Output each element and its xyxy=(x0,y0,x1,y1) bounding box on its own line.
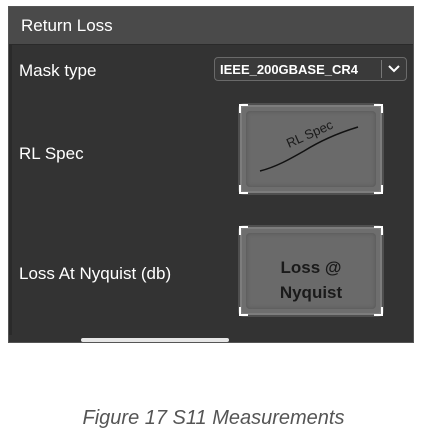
corner-mark xyxy=(239,226,248,235)
corner-mark xyxy=(374,307,383,316)
mask-type-dropdown[interactable]: IEEE_200GBASE_CR4 xyxy=(214,57,407,81)
mask-type-label: Mask type xyxy=(19,61,97,80)
chevron-down-icon[interactable] xyxy=(382,58,406,80)
corner-mark xyxy=(374,226,383,235)
return-loss-panel: Return Loss Mask type IEEE_200GBASE_CR4 … xyxy=(8,6,414,343)
loss-nyquist-line1: Loss @ xyxy=(280,258,342,277)
page: Return Loss Mask type IEEE_200GBASE_CR4 … xyxy=(0,0,427,443)
rl-spec-button[interactable]: RL Spec xyxy=(238,103,384,195)
mask-type-value: IEEE_200GBASE_CR4 xyxy=(220,61,359,77)
corner-mark xyxy=(239,307,248,316)
loss-nyquist-button-text: Loss @ Nyquist xyxy=(246,255,376,305)
rl-spec-label: RL Spec xyxy=(19,144,84,163)
corner-mark xyxy=(374,104,383,113)
loss-nyquist-button[interactable]: Loss @ Nyquist xyxy=(238,225,384,317)
panel-title: Return Loss xyxy=(9,7,413,45)
rl-spec-button-face: RL Spec xyxy=(246,111,376,187)
figure-caption: Figure 17 S11 Measurements xyxy=(82,407,345,429)
horizontal-scrollbar[interactable] xyxy=(81,338,229,342)
loss-nyquist-button-face: Loss @ Nyquist xyxy=(246,233,376,309)
loss-nyquist-label: Loss At Nyquist (db) xyxy=(19,264,172,283)
corner-mark xyxy=(239,185,248,194)
panel-edge xyxy=(9,45,12,335)
corner-mark xyxy=(239,104,248,113)
loss-nyquist-line2: Nyquist xyxy=(279,283,343,302)
corner-mark xyxy=(374,185,383,194)
